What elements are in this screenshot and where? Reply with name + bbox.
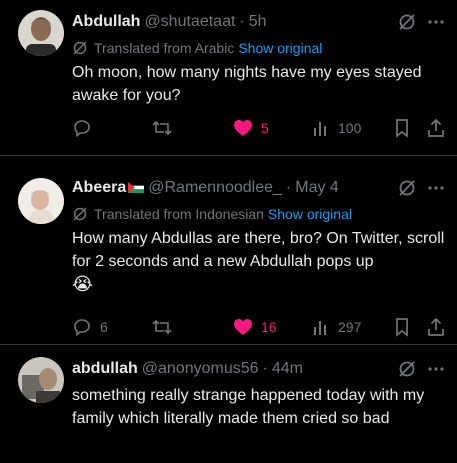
reply-icon (74, 120, 90, 138)
share-icon (428, 317, 444, 336)
reply-icon (74, 319, 90, 337)
tweet-header: abdullah @anonyomus56 · 44m (72, 357, 445, 381)
views-button[interactable]: 297 (312, 318, 361, 336)
avatar[interactable] (18, 357, 64, 403)
share-icon (428, 118, 444, 137)
views-icon (314, 122, 326, 136)
crying-emoji: 😭 (72, 274, 94, 294)
like-count: 5 (261, 120, 269, 136)
more-icon[interactable] (427, 179, 445, 197)
views-button[interactable]: 100 (312, 119, 361, 137)
repost-button[interactable] (151, 118, 181, 138)
tweet-header: Abeera @Ramennoodlee_ · May 4 (72, 176, 445, 200)
display-name[interactable]: abdullah (72, 360, 138, 378)
translation-notice: Translated from Arabic Show original (72, 38, 445, 58)
separator-dot: · (239, 13, 245, 30)
heart-icon (234, 120, 252, 136)
palestine-flag-icon (128, 182, 145, 194)
share-button[interactable] (427, 118, 445, 138)
like-button[interactable]: 5 (233, 119, 269, 137)
user-handle[interactable]: @anonyomus56 (142, 360, 259, 378)
more-icon[interactable] (427, 360, 445, 378)
bookmark-button[interactable] (393, 118, 411, 138)
tweet[interactable]: abdullah @anonyomus56 · 44m something re… (0, 345, 457, 463)
timestamp[interactable]: 44m (272, 360, 303, 378)
timestamp[interactable]: 5h (249, 13, 267, 31)
tweet-text: How many Abdullas are there, bro? On Twi… (72, 230, 445, 294)
translated-from-label: Translated from Arabic (94, 40, 235, 56)
more-icon[interactable] (427, 13, 445, 31)
user-handle[interactable]: @shutaetaat (144, 13, 235, 31)
avatar[interactable] (18, 10, 64, 56)
repost-icon (152, 120, 172, 136)
user-handle[interactable]: @Ramennoodlee_ (148, 179, 282, 197)
like-count: 16 (261, 319, 277, 335)
reply-button[interactable]: 6 (72, 317, 108, 337)
views-count: 100 (338, 120, 362, 136)
grok-icon[interactable] (397, 178, 417, 198)
grok-icon[interactable] (397, 12, 417, 32)
tweet-header: Abdullah @shutaetaat · 5h (72, 10, 445, 34)
tweet-text: something really strange happened today … (72, 387, 425, 427)
tweet-text: Oh moon, how many nights have my eyes st… (72, 64, 422, 104)
reply-count: 6 (100, 319, 108, 335)
translate-icon (73, 41, 87, 55)
repost-button[interactable] (151, 317, 181, 337)
tweet-actions: 5 100 (72, 118, 445, 138)
bookmark-icon (396, 318, 408, 337)
separator-dot: · (262, 360, 268, 377)
share-button[interactable] (427, 317, 445, 337)
bookmark-button[interactable] (393, 317, 411, 337)
translated-from-label: Translated from Indonesian (94, 206, 264, 222)
tweet[interactable]: Abeera @Ramennoodlee_ · May 4 Translated… (0, 156, 457, 345)
views-count: 297 (338, 319, 362, 335)
translate-icon (73, 207, 87, 221)
timestamp[interactable]: May 4 (295, 179, 339, 197)
views-icon (314, 321, 326, 335)
separator-dot: · (285, 179, 292, 196)
display-name[interactable]: Abeera (72, 179, 145, 197)
reply-button[interactable] (72, 118, 100, 138)
heart-icon (234, 319, 252, 335)
avatar[interactable] (18, 178, 64, 224)
tweet-actions: 6 16 297 (72, 317, 445, 337)
tweet[interactable]: Abdullah @shutaetaat · 5h Translated fro… (0, 0, 457, 156)
show-original-link[interactable]: Show original (268, 206, 352, 222)
translation-notice: Translated from Indonesian Show original (72, 204, 445, 224)
like-button[interactable]: 16 (233, 318, 277, 336)
grok-icon[interactable] (397, 359, 417, 379)
repost-icon (152, 319, 172, 335)
show-original-link[interactable]: Show original (238, 40, 322, 56)
bookmark-icon (396, 119, 408, 138)
display-name[interactable]: Abdullah (72, 13, 140, 31)
